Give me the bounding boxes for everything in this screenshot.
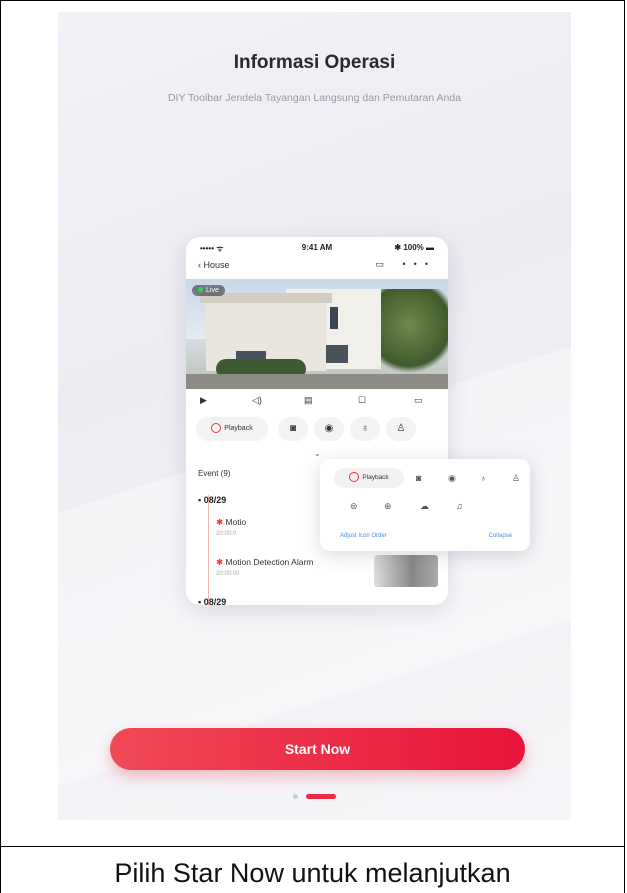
- camera-icon: ◙: [278, 417, 308, 441]
- hd-icon: ▤: [304, 395, 313, 405]
- toolbar: Playback ◙ ◉ ♁ ♙: [196, 417, 438, 445]
- event-item: ✱ Motio 20:00:0: [216, 517, 247, 537]
- event-date: ▪ 08/29: [198, 597, 227, 605]
- video-controls: ▶ ◁) ▤ ☐ ▭: [186, 393, 448, 409]
- user-icon: ♙: [386, 417, 416, 441]
- phone-navbar: ‹ House ▭ •••: [186, 257, 448, 277]
- live-video-preview: Live: [186, 279, 448, 389]
- split-screen-icon: ☐: [358, 395, 367, 405]
- camera-icon: ◙: [416, 473, 422, 483]
- event-item: ✱ Motion Detection Alarm 20:00:00: [216, 557, 314, 577]
- back-button: ‹ House: [198, 260, 230, 270]
- popup-playback-pill: Playback: [334, 468, 404, 488]
- back-label: House: [203, 260, 230, 270]
- mic-icon: ♁: [350, 417, 380, 441]
- event-date: ▪ 08/29: [198, 495, 227, 505]
- playback-icon: [211, 423, 222, 434]
- battery-indicator: ✱ 100% ▬: [394, 243, 434, 252]
- playback-icon: [349, 472, 360, 483]
- page-dot-active[interactable]: [306, 794, 336, 800]
- status-bar: ••••• ᯤ 9:41 AM ✱ 100% ▬: [186, 237, 448, 259]
- page-title: Informasi Operasi: [233, 52, 396, 73]
- play-icon: ▶: [200, 395, 207, 405]
- event-header: Event (9): [198, 469, 231, 478]
- instruction-caption: Pilih Star Now untuk melanjutkan: [114, 858, 511, 888]
- nav-right-icons: ▭ •••: [375, 259, 436, 269]
- volume-icon: ◁): [252, 395, 262, 405]
- record-icon: ◉: [448, 473, 456, 483]
- user-icon: ♙: [512, 473, 521, 483]
- message-icon: ⊜: [350, 501, 358, 511]
- fullscreen-icon: ▭: [414, 395, 423, 405]
- playback-pill: Playback: [196, 417, 268, 441]
- record-icon: ◉: [314, 417, 344, 441]
- zoom-icon: ⊕: [384, 501, 392, 511]
- onboarding-screen: Informasi Operasi DIY Toolbar Jendela Ta…: [58, 12, 571, 820]
- chevron-down-icon: ⌄: [314, 449, 321, 458]
- page-dot[interactable]: [293, 794, 298, 800]
- caption-divider: [0, 846, 625, 847]
- cloud-icon: ☁: [420, 501, 429, 511]
- page-subtitle: DIY Toolbar Jendela Tayangan Langsung da…: [167, 92, 462, 104]
- toolbar-popup: Playback ◙ ◉ ♁ ♙ ⊜ ⊕ ☁ ♫ Adjust Icon Ord…: [320, 459, 530, 551]
- page-indicator: [58, 788, 571, 806]
- collapse-link: Collapse: [488, 533, 512, 539]
- bell-icon: ♫: [456, 501, 463, 511]
- live-badge: Live: [192, 285, 225, 296]
- start-now-button[interactable]: Start Now: [110, 728, 525, 770]
- adjust-icon-order-link: Adjust Icon Order: [340, 533, 387, 539]
- mic-icon: ♁: [480, 473, 487, 483]
- event-thumbnail: [374, 555, 438, 587]
